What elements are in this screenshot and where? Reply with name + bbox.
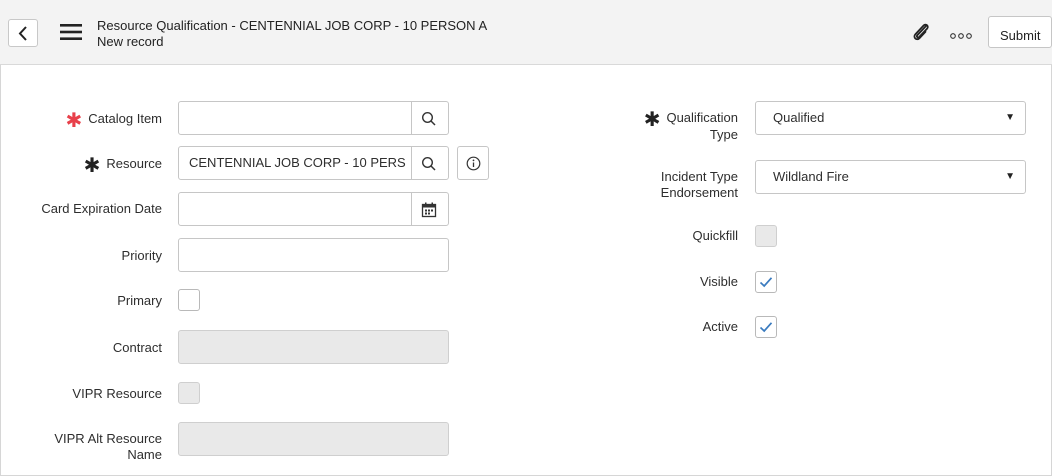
catalog-item-input[interactable] xyxy=(178,101,412,135)
info-icon xyxy=(466,156,481,171)
contract-label: Contract xyxy=(112,340,162,355)
search-icon xyxy=(421,111,436,126)
record-subtitle: New record xyxy=(97,34,164,49)
qualification-type-value: Qualified xyxy=(773,110,825,125)
resource-lookup-button[interactable] xyxy=(411,146,449,180)
dropdown-arrow-icon: ▼ xyxy=(1005,171,1015,182)
required-indicator-icon: ✱ xyxy=(65,108,83,132)
qualification-type-select[interactable]: Qualified ▼ xyxy=(755,101,1026,135)
search-icon xyxy=(421,156,436,171)
checkmark-icon xyxy=(759,322,773,333)
contract-field xyxy=(178,330,449,364)
active-checkbox[interactable] xyxy=(755,316,777,338)
date-picker-button[interactable] xyxy=(411,192,449,226)
card-expiration-date-label: Card Expiration Date xyxy=(41,201,162,216)
catalog-item-lookup-button[interactable] xyxy=(411,101,449,135)
vipr-resource-label: VIPR Resource xyxy=(72,386,162,401)
attachment-paperclip-icon[interactable] xyxy=(912,22,930,42)
calendar-icon xyxy=(421,202,437,218)
incident-type-endorsement-value: Wildland Fire xyxy=(773,169,849,184)
vipr-alt-resource-name-field xyxy=(178,422,449,456)
resource-info-button[interactable] xyxy=(457,146,489,180)
priority-input[interactable] xyxy=(178,238,449,272)
vipr-resource-checkbox xyxy=(178,382,200,404)
quickfill-checkbox xyxy=(755,225,777,247)
vipr-alt-resource-name-label: VIPR Alt Resource Name xyxy=(54,431,162,462)
hamburger-menu-icon[interactable] xyxy=(60,24,82,40)
qualification-type-label: ✱ Qualification Type xyxy=(643,107,738,142)
priority-label: Priority xyxy=(121,248,162,263)
quickfill-label: Quickfill xyxy=(692,228,738,243)
primary-checkbox[interactable] xyxy=(178,289,200,311)
primary-label: Primary xyxy=(117,293,162,308)
resource-label: ✱ Resource xyxy=(83,153,162,177)
more-options-icon[interactable] xyxy=(950,33,972,39)
form-header: Resource Qualification - CENTENNIAL JOB … xyxy=(0,0,1052,65)
required-indicator-icon: ✱ xyxy=(643,107,661,131)
card-expiration-date-input[interactable] xyxy=(178,192,412,226)
dropdown-arrow-icon: ▼ xyxy=(1005,112,1015,123)
visible-label: Visible xyxy=(699,274,738,289)
submit-button[interactable]: Submit xyxy=(988,16,1052,48)
checkmark-icon xyxy=(759,277,773,288)
window-frame xyxy=(0,0,1052,476)
incident-type-endorsement-label: Incident Type Endorsement xyxy=(660,169,738,200)
required-indicator-icon: ✱ xyxy=(83,153,101,177)
active-label: Active xyxy=(702,319,738,334)
resource-input[interactable]: CENTENNIAL JOB CORP - 10 PERS xyxy=(178,146,412,180)
chevron-left-icon xyxy=(18,26,27,41)
catalog-item-label: ✱ Catalog Item xyxy=(65,108,162,132)
visible-checkbox[interactable] xyxy=(755,271,777,293)
record-title: Resource Qualification - CENTENNIAL JOB … xyxy=(97,18,488,33)
incident-type-endorsement-select[interactable]: Wildland Fire ▼ xyxy=(755,160,1026,194)
back-button[interactable] xyxy=(8,19,38,47)
